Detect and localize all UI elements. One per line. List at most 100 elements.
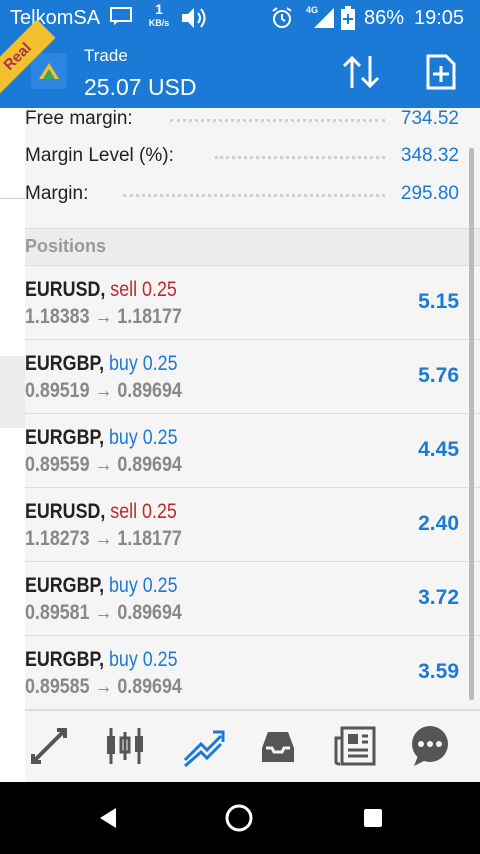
open-price: 1.18273 <box>25 527 90 550</box>
position-profit: 3.72 <box>418 586 459 609</box>
current-price: 0.89694 <box>117 453 182 476</box>
position-volume: 0.25 <box>142 426 178 449</box>
account-balance: 25.07 USD <box>84 74 197 100</box>
news-icon[interactable] <box>334 724 378 768</box>
system-nav-bar <box>0 782 480 854</box>
position-side: buy <box>109 426 138 449</box>
free-margin-value: 734.52 <box>400 108 459 129</box>
position-prices: 1.18273 → 1.18177 <box>25 527 182 551</box>
trade-content: Free margin: 734.52 Margin Level (%): 34… <box>25 108 480 710</box>
bottom-nav <box>25 710 480 783</box>
position-row[interactable]: EURGBP, buy 0.25 0.89559 → 0.89694 4.45 <box>25 414 480 488</box>
current-price: 0.89694 <box>117 675 182 698</box>
current-price: 1.18177 <box>117 305 182 328</box>
recents-icon[interactable] <box>359 804 387 832</box>
position-symbol: EURGBP, buy 0.25 <box>25 352 177 376</box>
dot-leader <box>170 119 385 124</box>
margin-row: Margin: 295.80 <box>25 174 480 212</box>
open-price: 0.89519 <box>25 379 90 402</box>
symbol-name: EURUSD, <box>25 278 106 301</box>
symbol-name: EURGBP, <box>25 648 105 671</box>
battery-percent: 86% <box>364 7 405 29</box>
position-side: buy <box>109 574 138 597</box>
margin-level-label: Margin Level (%): <box>25 145 174 166</box>
network-speed-value: 1 <box>155 1 163 17</box>
position-side: sell <box>110 278 138 301</box>
open-price: 1.18383 <box>25 305 90 328</box>
position-profit: 2.40 <box>418 512 459 535</box>
signal-icon <box>314 8 334 28</box>
position-profit: 5.76 <box>418 364 459 387</box>
position-volume: 0.25 <box>142 352 178 375</box>
price-arrow: → <box>94 675 113 698</box>
position-row[interactable]: EURGBP, buy 0.25 0.89519 → 0.89694 5.76 <box>25 340 480 414</box>
battery-icon <box>341 6 355 30</box>
back-icon[interactable] <box>94 804 122 832</box>
app-bar: Trade 25.07 USD <box>0 36 480 108</box>
margin-level-value: 348.32 <box>400 145 459 166</box>
position-prices: 0.89585 → 0.89694 <box>25 675 182 699</box>
symbol-name: EURUSD, <box>25 500 106 523</box>
margin-value: 295.80 <box>400 183 459 204</box>
position-profit: 3.59 <box>418 660 459 683</box>
volume-icon <box>182 8 206 28</box>
page-title: Trade <box>84 46 128 65</box>
quotes-icon[interactable] <box>27 724 71 768</box>
network-speed-unit: KB/s <box>148 18 170 28</box>
current-price: 1.18177 <box>117 527 182 550</box>
chat-icon[interactable] <box>408 724 452 768</box>
clock: 19:05 <box>414 7 465 29</box>
dot-leader <box>215 156 385 161</box>
symbol-name: EURGBP, <box>25 426 105 449</box>
open-price: 0.89585 <box>25 675 90 698</box>
message-icon <box>110 7 132 25</box>
position-side: sell <box>110 500 138 523</box>
position-row[interactable]: EURUSD, sell 0.25 1.18383 → 1.18177 5.15 <box>25 266 480 340</box>
position-symbol: EURGBP, buy 0.25 <box>25 574 177 598</box>
chart-icon[interactable] <box>103 724 147 768</box>
current-price: 0.89694 <box>117 601 182 624</box>
position-prices: 0.89519 → 0.89694 <box>25 379 182 403</box>
position-row[interactable]: EURUSD, sell 0.25 1.18273 → 1.18177 2.40 <box>25 488 480 562</box>
drawer-edge <box>0 108 25 782</box>
position-volume: 0.25 <box>142 278 177 301</box>
open-price: 0.89581 <box>25 601 90 624</box>
home-icon[interactable] <box>225 804 253 832</box>
position-side: buy <box>109 352 138 375</box>
sort-icon[interactable] <box>340 54 384 90</box>
scrollbar[interactable] <box>469 148 474 700</box>
app-logo-icon[interactable] <box>31 53 67 89</box>
position-prices: 0.89559 → 0.89694 <box>25 453 182 477</box>
history-icon[interactable] <box>256 724 300 768</box>
positions-section-header: Positions <box>25 228 480 266</box>
new-order-icon[interactable] <box>426 54 456 90</box>
position-prices: 1.18383 → 1.18177 <box>25 305 182 329</box>
position-profit: 5.15 <box>418 290 459 313</box>
open-price: 0.89559 <box>25 453 90 476</box>
position-symbol: EURUSD, sell 0.25 <box>25 500 177 524</box>
position-row[interactable]: EURGBP, buy 0.25 0.89581 → 0.89694 3.72 <box>25 562 480 636</box>
free-margin-label: Free margin: <box>25 108 133 129</box>
price-arrow: → <box>94 453 113 476</box>
symbol-name: EURGBP, <box>25 574 105 597</box>
margin-level-row: Margin Level (%): 348.32 <box>25 136 480 174</box>
position-symbol: EURGBP, buy 0.25 <box>25 648 177 672</box>
symbol-name: EURGBP, <box>25 352 105 375</box>
free-margin-row: Free margin: 734.52 <box>25 108 480 137</box>
price-arrow: → <box>94 601 113 624</box>
position-volume: 0.25 <box>142 574 178 597</box>
current-price: 0.89694 <box>117 379 182 402</box>
drawer-selected-item <box>0 356 25 428</box>
price-arrow: → <box>94 527 113 550</box>
trade-icon[interactable] <box>181 724 225 768</box>
positions-title: Positions <box>25 236 107 256</box>
drawer-divider <box>0 198 25 199</box>
status-bar: TelkomSA 1 KB/s 4G 86% 19:05 <box>0 0 480 36</box>
position-volume: 0.25 <box>142 500 177 523</box>
price-arrow: → <box>94 379 113 402</box>
position-symbol: EURGBP, buy 0.25 <box>25 426 177 450</box>
alarm-icon <box>272 7 292 28</box>
position-row[interactable]: EURGBP, buy 0.25 0.89585 → 0.89694 3.59 <box>25 636 480 710</box>
network-speed: 1 KB/s <box>144 2 174 30</box>
position-side: buy <box>109 648 138 671</box>
